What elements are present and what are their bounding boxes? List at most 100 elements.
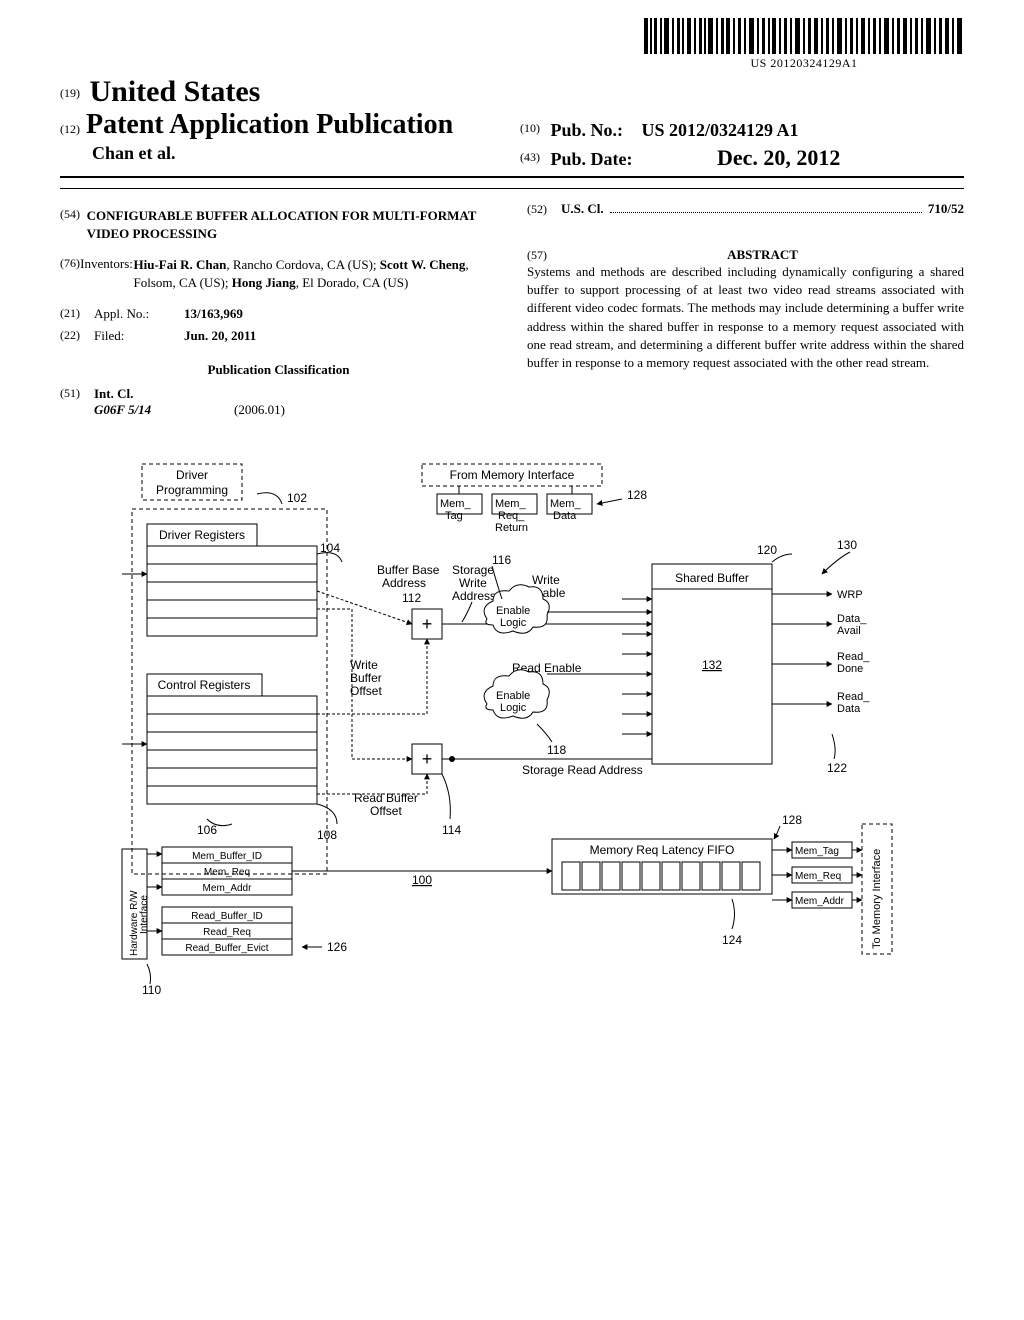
diagram-svg: Driver Programming From Memory Interface… bbox=[92, 454, 932, 994]
txt-driver-programming: Driver bbox=[176, 468, 208, 482]
svg-text:Req_: Req_ bbox=[498, 510, 525, 522]
txt-128a: 128 bbox=[627, 488, 647, 502]
txt-right-mem-addr: Mem_Addr bbox=[795, 896, 845, 907]
txt-driver-registers: Driver Registers bbox=[159, 528, 245, 542]
txt-122: 122 bbox=[827, 761, 847, 775]
txt-wrp: WRP bbox=[837, 589, 863, 601]
biblio-two-col: (54) CONFIGURABLE BUFFER ALLOCATION FOR … bbox=[60, 201, 964, 424]
svg-text:Read_: Read_ bbox=[837, 651, 870, 663]
f76-value: Hiu-Fai R. Chan, Rancho Cordova, CA (US)… bbox=[134, 256, 498, 292]
txt-read-req: Read_Req bbox=[203, 927, 251, 938]
right-header: (10) Pub. No.: US 2012/0324129 A1 (43) P… bbox=[520, 120, 840, 171]
f22-label: Filed: bbox=[94, 328, 184, 344]
txt-102: 102 bbox=[287, 491, 307, 505]
txt-124: 124 bbox=[722, 933, 742, 947]
num-12: (12) bbox=[60, 122, 80, 137]
num-43: (43) bbox=[520, 150, 540, 164]
pub-date-label: Pub. Date: bbox=[551, 149, 633, 169]
f21-label: Appl. No.: bbox=[94, 306, 184, 322]
txt-114: 114 bbox=[442, 823, 461, 837]
txt-to-mem-iface: To Memory Interface bbox=[871, 849, 883, 949]
f21-num: (21) bbox=[60, 306, 94, 322]
f51-code: G06F 5/14 bbox=[94, 402, 214, 418]
pub-no-label: Pub. No.: bbox=[551, 120, 624, 140]
txt-buffer-base: Buffer Base bbox=[377, 563, 440, 577]
txt-108: 108 bbox=[317, 828, 337, 842]
txt-130: 130 bbox=[837, 538, 857, 552]
svg-text:Interface: Interface bbox=[139, 895, 150, 934]
txt-mem-buffer-id: Mem_Buffer_ID bbox=[192, 851, 262, 862]
txt-120: 120 bbox=[757, 543, 777, 557]
f22-value: Jun. 20, 2011 bbox=[184, 328, 497, 344]
abstract-text: Systems and methods are described includ… bbox=[527, 263, 964, 372]
txt-storage-read: Storage Read Address bbox=[522, 763, 643, 777]
svg-text:Data: Data bbox=[553, 510, 577, 522]
txt-mem-req2: Mem_Req bbox=[204, 867, 250, 878]
svg-text:Programming: Programming bbox=[156, 483, 228, 497]
barcode-svg bbox=[644, 18, 964, 54]
svg-text:+: + bbox=[422, 749, 433, 769]
txt-118: 118 bbox=[547, 743, 566, 757]
pub-no: US 2012/0324129 A1 bbox=[642, 120, 799, 140]
txt-right-mem-req: Mem_Req bbox=[795, 871, 841, 882]
diagram: Driver Programming From Memory Interface… bbox=[60, 454, 964, 994]
rule-thick bbox=[60, 176, 964, 178]
svg-text:Address: Address bbox=[382, 576, 426, 590]
svg-text:Done: Done bbox=[837, 663, 863, 675]
pub-date: Dec. 20, 2012 bbox=[717, 145, 840, 170]
f76-label: Inventors: bbox=[80, 256, 133, 292]
barcode: US 20120324129A1 bbox=[644, 18, 964, 71]
txt-116: 116 bbox=[492, 553, 511, 567]
f21-value: 13/163,969 bbox=[184, 306, 497, 322]
num-10: (10) bbox=[520, 121, 540, 135]
f54-num: (54) bbox=[60, 207, 87, 242]
txt-110: 110 bbox=[142, 983, 161, 994]
num-19: (19) bbox=[60, 86, 80, 100]
patent-page: US 20120324129A1 (19) United States (12)… bbox=[0, 0, 1024, 1034]
svg-text:Tag: Tag bbox=[445, 510, 463, 522]
svg-text:Mem_: Mem_ bbox=[550, 498, 581, 510]
svg-text:Mem_: Mem_ bbox=[440, 498, 471, 510]
f52-label: U.S. Cl. bbox=[561, 201, 604, 217]
svg-text:Write: Write bbox=[459, 576, 487, 590]
txt-100: 100 bbox=[412, 873, 432, 887]
f54-title: CONFIGURABLE BUFFER ALLOCATION FOR MULTI… bbox=[87, 207, 497, 242]
txt-shared-buffer: Shared Buffer bbox=[675, 571, 749, 585]
txt-132: 132 bbox=[702, 658, 722, 672]
txt-read-buffer-offset: Read Buffer bbox=[354, 791, 418, 805]
txt-128b: 128 bbox=[782, 813, 802, 827]
publication-title: Patent Application Publication bbox=[86, 109, 453, 141]
col-left: (54) CONFIGURABLE BUFFER ALLOCATION FOR … bbox=[60, 201, 497, 424]
f51-label: Int. Cl. bbox=[94, 386, 285, 402]
svg-text:Avail: Avail bbox=[837, 625, 861, 637]
txt-read-buffer-id: Read_Buffer_ID bbox=[191, 911, 263, 922]
svg-text:Logic: Logic bbox=[500, 702, 527, 714]
f51-num: (51) bbox=[60, 386, 94, 418]
txt-106: 106 bbox=[197, 823, 217, 837]
txt-right-mem-tag: Mem_Tag bbox=[795, 846, 839, 857]
abstract-title: ABSTRACT bbox=[561, 247, 964, 263]
f22-num: (22) bbox=[60, 328, 94, 344]
txt-mem-addr2: Mem_Addr bbox=[203, 883, 253, 894]
txt-126: 126 bbox=[327, 940, 347, 954]
svg-text:+: + bbox=[422, 614, 433, 634]
txt-write-enable: Write bbox=[532, 573, 560, 587]
txt-fifo: Memory Req Latency FIFO bbox=[590, 843, 735, 857]
svg-text:Address: Address bbox=[452, 589, 496, 603]
svg-text:Logic: Logic bbox=[500, 617, 527, 629]
svg-text:Mem_: Mem_ bbox=[495, 498, 526, 510]
country: United States bbox=[90, 75, 261, 108]
svg-text:Data: Data bbox=[837, 703, 861, 715]
col-right: (52) U.S. Cl. 710/52 (57) ABSTRACT Syste… bbox=[527, 201, 964, 424]
txt-112: 112 bbox=[402, 591, 421, 605]
f51-year: (2006.01) bbox=[234, 402, 285, 418]
svg-text:Offset: Offset bbox=[370, 804, 402, 818]
txt-104: 104 bbox=[320, 541, 340, 555]
svg-text:Buffer: Buffer bbox=[350, 671, 382, 685]
svg-text:Data_: Data_ bbox=[837, 613, 867, 625]
svg-text:Read_: Read_ bbox=[837, 691, 870, 703]
txt-write-buffer: Write bbox=[350, 658, 378, 672]
txt-read-buffer-evict: Read_Buffer_Evict bbox=[185, 943, 268, 954]
barcode-text: US 20120324129A1 bbox=[644, 56, 964, 71]
dots bbox=[610, 204, 922, 213]
